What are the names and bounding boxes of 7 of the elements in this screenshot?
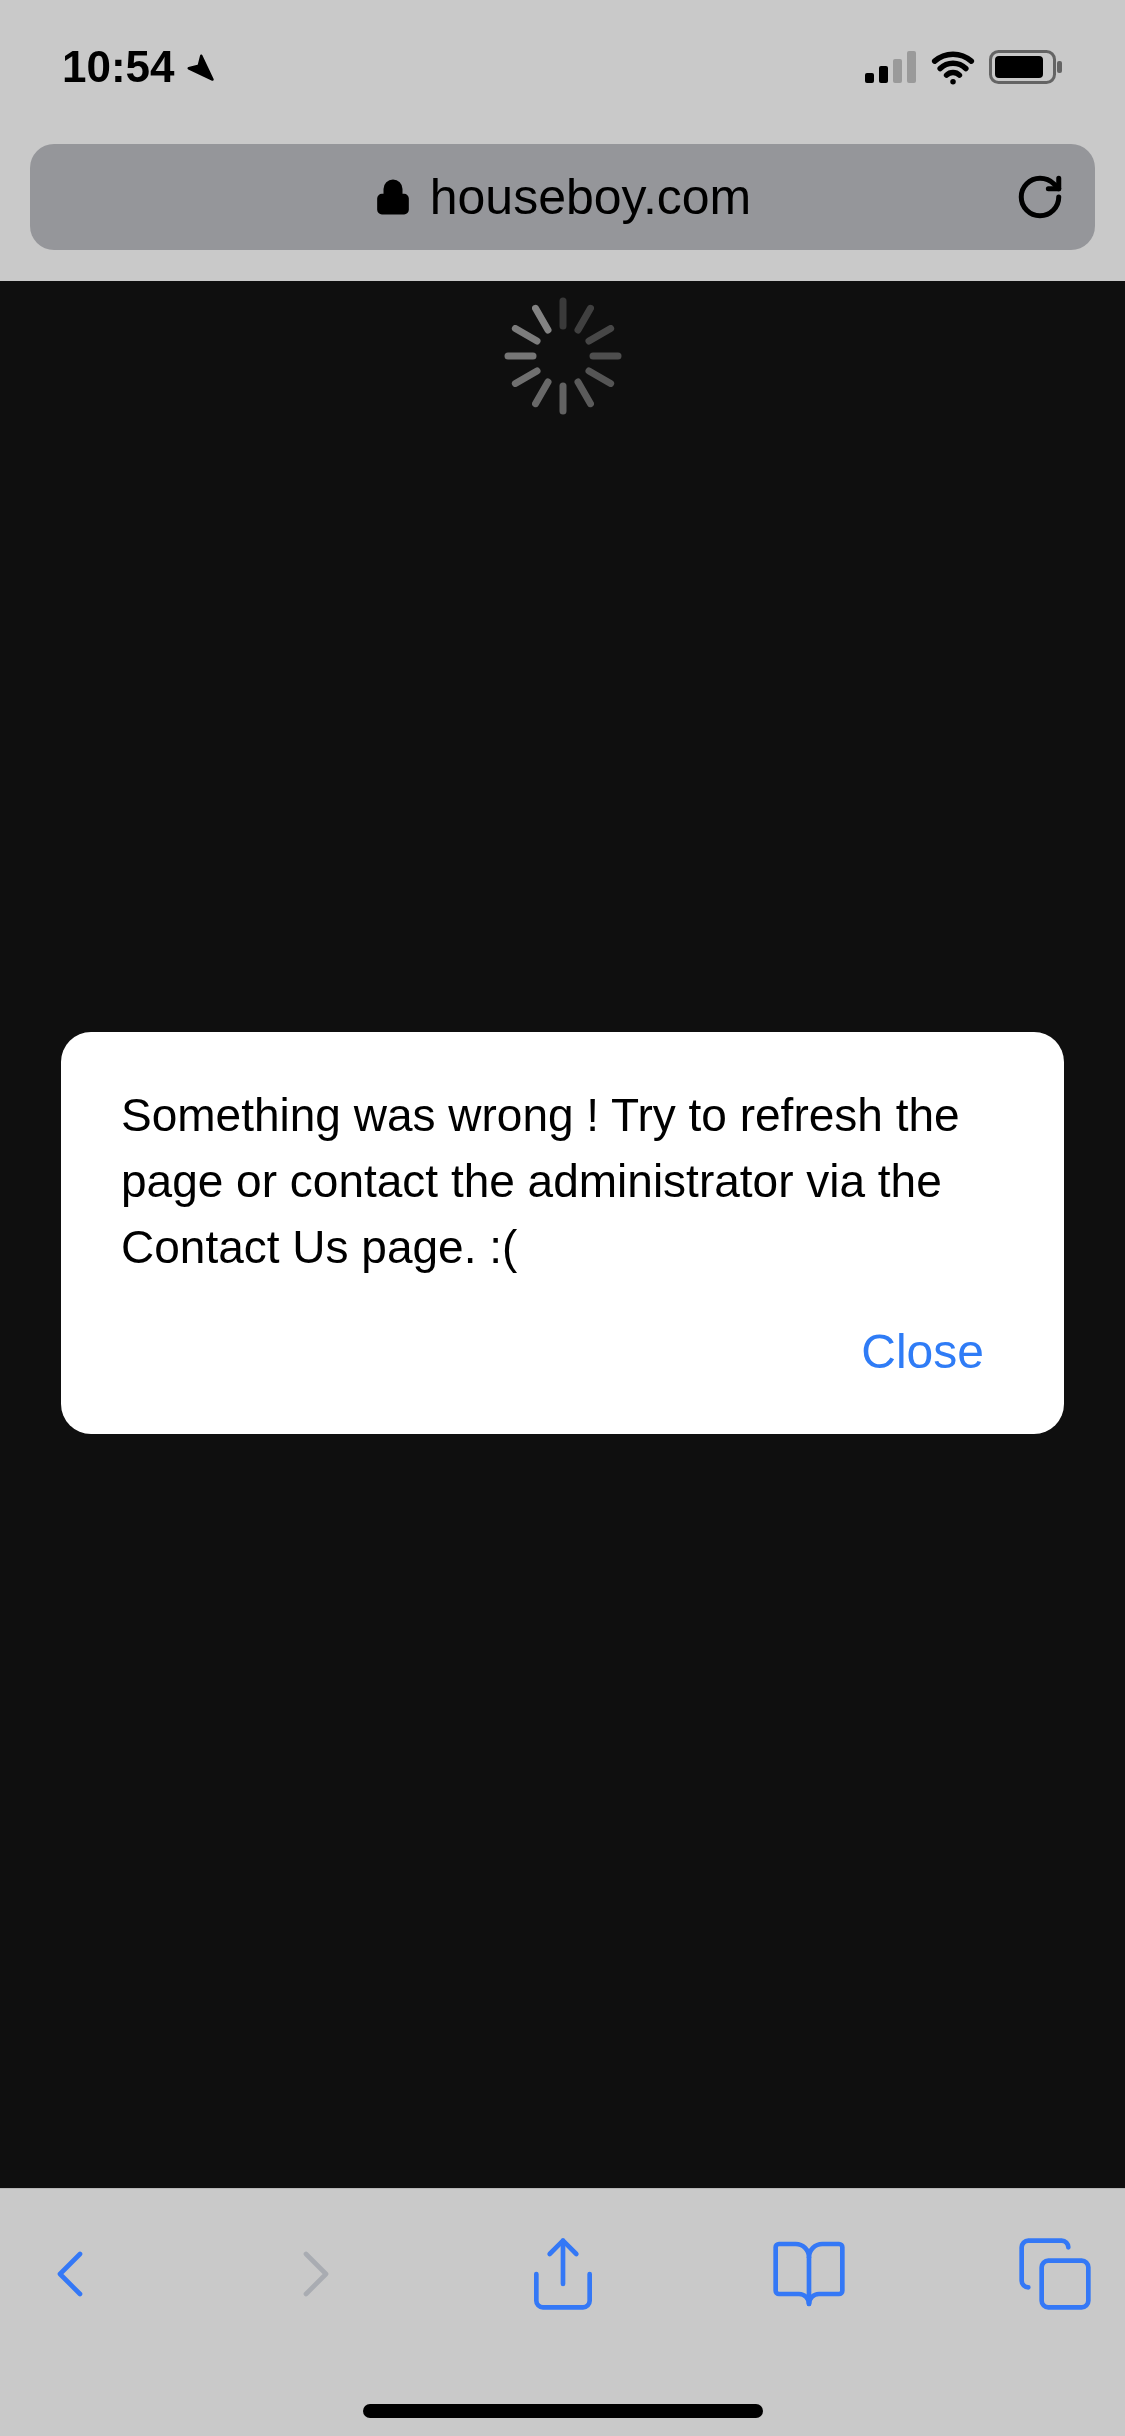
close-button[interactable]: Close bbox=[861, 1316, 984, 1388]
address-bar[interactable]: houseboy.com bbox=[30, 144, 1095, 250]
signal-icon bbox=[865, 51, 917, 83]
url-text: houseboy.com bbox=[429, 167, 752, 227]
battery-icon bbox=[989, 50, 1063, 84]
status-time: 10:54 bbox=[62, 41, 175, 93]
error-message: Something was wrong ! Try to refresh the page or contact the administrator via the Contact Us page. :( bbox=[121, 1088, 961, 1275]
